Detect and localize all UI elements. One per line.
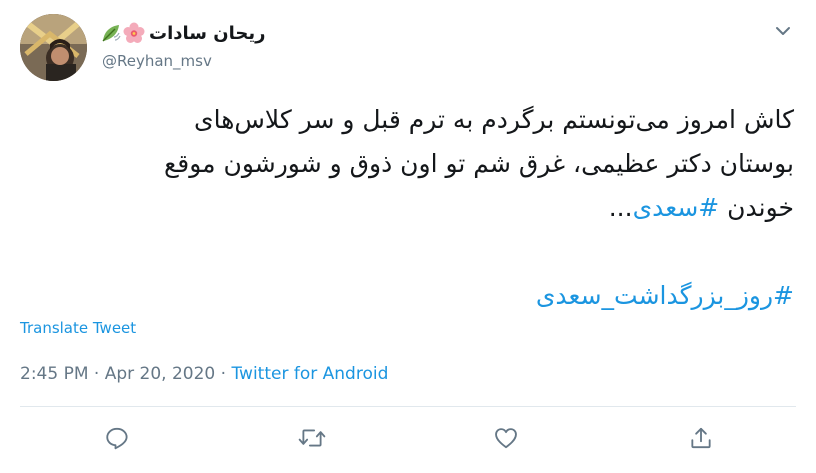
- leaf-fluttering-icon: [102, 25, 121, 42]
- more-options-button[interactable]: [772, 20, 794, 42]
- tweet-source-link[interactable]: Twitter for Android: [231, 364, 388, 384]
- retweet-icon: [298, 429, 326, 447]
- tweet-time[interactable]: 2:45 PM: [20, 364, 89, 384]
- tweet-line-3-text: خوندن: [719, 193, 794, 222]
- tweet-line-3-ellipsis: ...: [608, 193, 633, 222]
- tweet-line-3: خوندن #سعدی...: [14, 186, 794, 230]
- meta-separator: ·: [215, 364, 232, 384]
- hashtag-saadi-link[interactable]: #سعدی: [633, 193, 720, 222]
- tweet-meta: 2:45 PM · Apr 20, 2020 · Twitter for And…: [20, 364, 388, 384]
- name-emojis: [100, 22, 145, 44]
- share-button[interactable]: [687, 424, 715, 452]
- display-name[interactable]: ریحان سادات: [149, 23, 265, 44]
- cherry-blossom-icon: [123, 22, 145, 43]
- share-icon: [691, 427, 711, 449]
- translate-tweet-link[interactable]: Translate Tweet: [20, 319, 136, 337]
- user-name-line[interactable]: ریحان سادات: [100, 20, 265, 46]
- divider: [20, 406, 796, 407]
- tweet-line-1: کاش امروز می‌تونستم برگردم به ترم قبل و …: [194, 105, 794, 134]
- chevron-down-icon: [776, 27, 790, 35]
- meta-separator: ·: [88, 364, 105, 384]
- like-button[interactable]: [492, 424, 520, 452]
- reply-icon: [106, 427, 128, 450]
- tweet-date[interactable]: Apr 20, 2020: [105, 364, 216, 384]
- tweet-card: ریحان سادات @Reyhan_msv کاش امروز می‌تون…: [0, 0, 816, 473]
- user-handle[interactable]: @Reyhan_msv: [102, 52, 212, 70]
- hashtag-saadi-day-link[interactable]: #روز_بزرگداشت_سعدی: [14, 274, 794, 318]
- tweet-text: کاش امروز می‌تونستم برگردم به ترم قبل و …: [14, 98, 794, 318]
- reply-button[interactable]: [103, 424, 131, 452]
- tweet-line-2: بوستان دکتر عظیمی، غرق شم تو اون ذوق و ش…: [163, 149, 794, 178]
- heart-icon: [495, 428, 517, 449]
- avatar-photo-icon: [20, 14, 87, 81]
- tweet-actions: [0, 424, 816, 456]
- avatar[interactable]: [20, 14, 87, 81]
- retweet-button[interactable]: [298, 424, 326, 452]
